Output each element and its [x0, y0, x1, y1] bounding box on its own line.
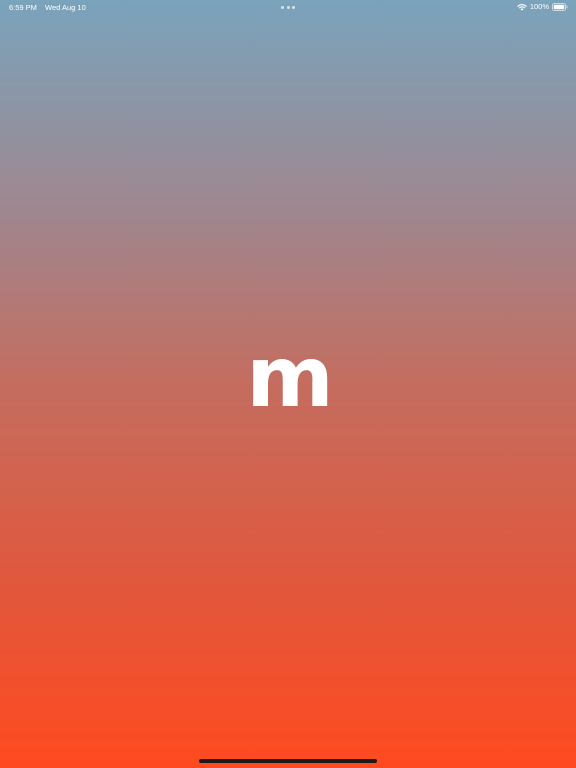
status-right: 100% — [517, 2, 568, 11]
home-indicator[interactable] — [199, 759, 377, 763]
multitasking-dots-icon[interactable] — [281, 6, 295, 9]
status-left: 6:59 PM Wed Aug 10 — [9, 3, 92, 12]
app-logo: m — [246, 328, 334, 426]
status-date: Wed Aug 10 — [45, 3, 86, 12]
battery-percent: 100% — [529, 2, 549, 11]
battery-icon — [552, 2, 568, 11]
status-bar: 6:59 PM Wed Aug 10 100% — [0, 0, 576, 14]
status-time: 6:59 PM — [9, 3, 37, 12]
wifi-icon — [517, 3, 527, 11]
splash-screen: 6:59 PM Wed Aug 10 100% m — [0, 0, 576, 768]
